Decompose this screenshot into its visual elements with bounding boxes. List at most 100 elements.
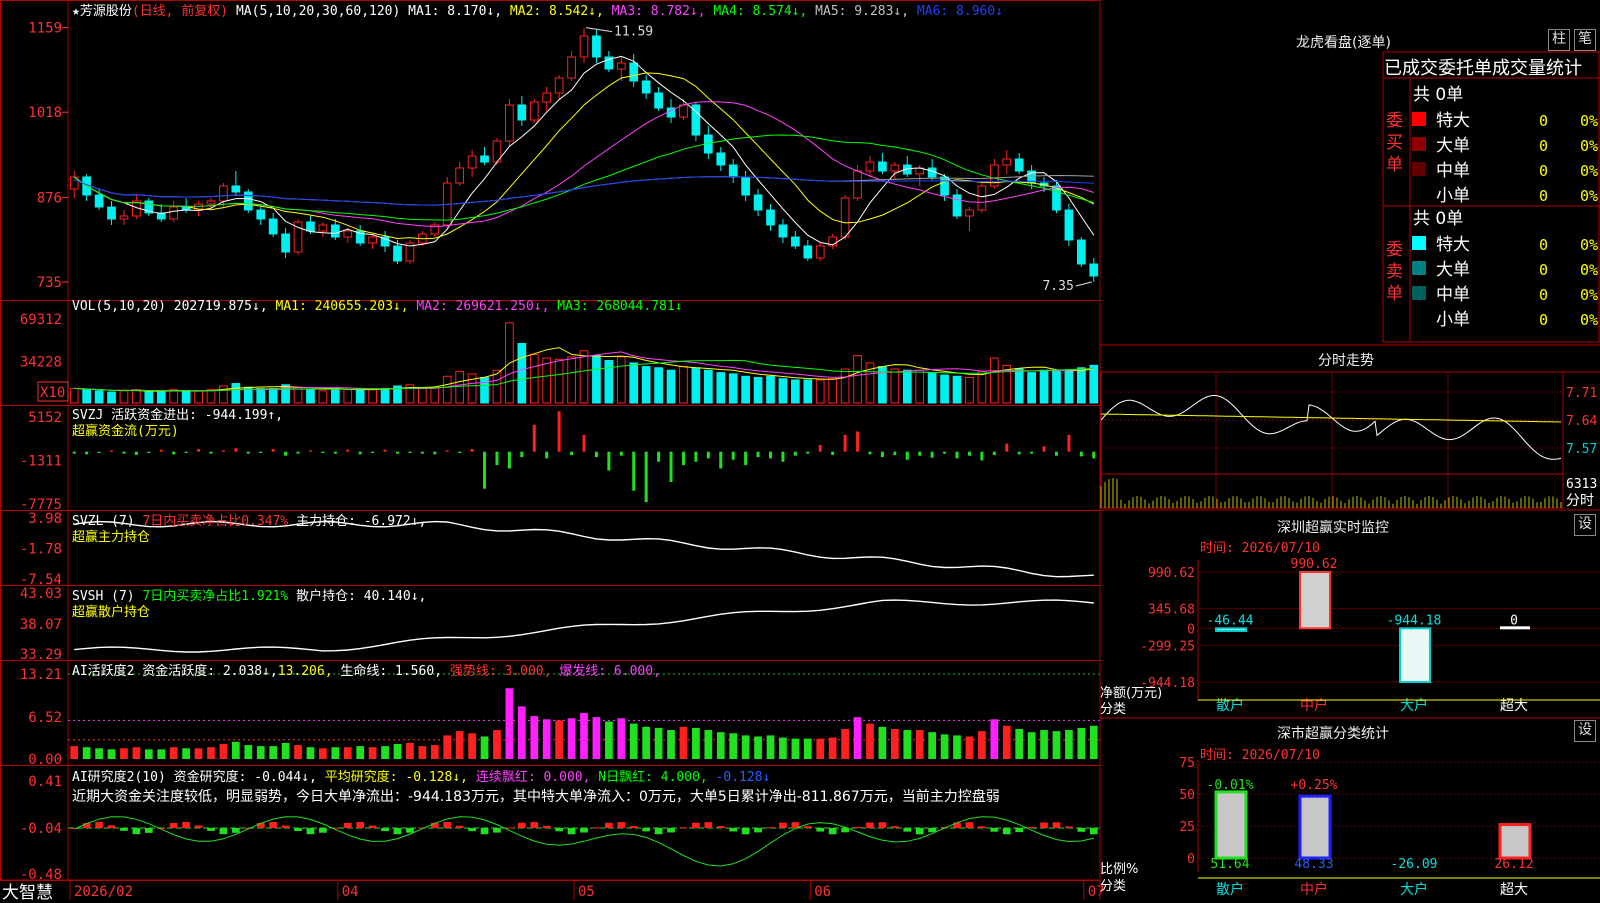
fund-bar-out [594,451,598,458]
research-bar [617,822,626,829]
fund-bar-out [632,451,636,491]
fund-bar-in [1067,434,1071,452]
research-bar [1040,822,1048,829]
ma-item-4: MA4: 8.574↓, [705,4,808,19]
price-tick: 1018 [28,105,62,121]
monitor-tick: 0 [1187,622,1195,637]
research-bar [1077,828,1086,832]
candle-down [741,176,750,196]
vol-bar-up [890,368,900,404]
vol-bar-down [703,369,713,404]
candle-down [753,194,763,211]
activity-bar [306,747,315,759]
research-bar [990,828,999,832]
main-chart-canvas[interactable]: 1159 1018 876 735 11.59 7.35 69312 34228 X10 5152… [0,0,1600,900]
vol-bar-up [828,378,838,404]
intraday-tick: 7.64 [1566,414,1597,429]
monitor-bar [1399,627,1431,683]
fund-bar-out [992,451,996,456]
period-label: (日线, 前复权) [131,4,229,19]
fund-bar-in [383,449,387,452]
activity-bar [368,747,377,759]
fund-bar-out [980,451,984,461]
fund-bar-out [420,451,424,454]
vol-bar-up [977,370,987,404]
vol-bar-up [815,379,825,404]
sell-row-swatch [1412,261,1426,275]
class-settings-button[interactable]: 设 [1574,720,1596,742]
activity-bar [95,748,103,759]
ma-item-6: MA6: 8.960↓ [909,4,1004,19]
candle-down [393,245,402,262]
fund-bar-in [557,411,561,452]
fund-bar-out [333,451,337,454]
activity-bar [1052,731,1061,759]
research-bar [182,821,190,829]
ai2-val: 13.206, [277,664,333,679]
ai2-life: 生命线: 1.560, [340,664,442,679]
fund-bar-in [197,448,201,452]
fund-bar-out [122,451,126,454]
svzl-subtitle: 超赢主力持仓 [72,530,151,545]
research-bar [667,828,675,833]
bar-mode-button[interactable]: 柱 [1548,29,1570,51]
ma-line-2 [73,72,1095,240]
fund-bar-out [967,451,971,456]
svzl-ratio: 7日内买卖净占比0.347% [142,514,297,529]
price-tick: 876 [37,190,62,206]
activity-bar [629,723,638,759]
research-bar [853,827,862,829]
monitor-settings-button[interactable]: 设 [1574,514,1596,536]
research-bar [132,828,141,835]
monitor-value: 990.62 [1291,557,1338,572]
research-bar [654,828,663,835]
vol-bar-down [517,343,527,404]
activity-bar [667,730,675,759]
sell-row-pct: 0% [1580,286,1598,304]
research-bar [866,822,874,829]
vol-bar-down [604,360,614,404]
fund-bar-out [657,451,661,462]
pane-border-price [0,0,1101,301]
candle-down [94,194,104,208]
class-category: 大户 [1400,881,1428,898]
sz-monitor-title: 深圳超赢实时监控 [1277,520,1389,536]
research-bar [704,822,713,829]
research-bar [169,823,178,829]
buy-row-pct: 0% [1580,187,1598,205]
vol-bar-down [1027,372,1036,404]
candle-up [343,230,353,238]
candle-down [268,218,278,235]
activity-bar [144,749,153,759]
research-bar [754,828,762,833]
monitor-value: -46.44 [1207,613,1254,628]
monitor-value: 0 [1510,613,1518,628]
fund-bar-in [110,450,114,452]
research-bar [716,826,725,829]
vol-bar-down [766,375,775,404]
vol-bar-up [219,385,228,404]
activity-bar [1015,728,1024,759]
class-bar [1298,794,1332,860]
research-bar [393,828,402,835]
activity-bar [530,716,539,759]
buy-row-count: 0 [1539,137,1548,155]
fund-bar-out [880,451,884,458]
candle-up [467,155,477,169]
candle-down [231,185,241,193]
order-stats-tab[interactable]: 已成交委托单成交量统计 [1384,54,1582,80]
candle-up [853,170,862,199]
trade-mode-button[interactable]: 笔 [1574,29,1596,51]
fund-bar-out [793,451,797,456]
svzl-tick: 3.98 [28,511,62,527]
activity-bar [430,745,439,759]
svsh-tick: 33.29 [20,647,62,663]
fund-bar-in [843,434,847,452]
activity-bar [169,747,178,759]
candle-down [480,155,489,163]
activity-bar [331,747,340,759]
activity-bar [1089,725,1098,759]
ma-line-3 [73,101,1094,228]
vol-bar-up [206,389,216,404]
vol-bar-down [940,374,949,404]
